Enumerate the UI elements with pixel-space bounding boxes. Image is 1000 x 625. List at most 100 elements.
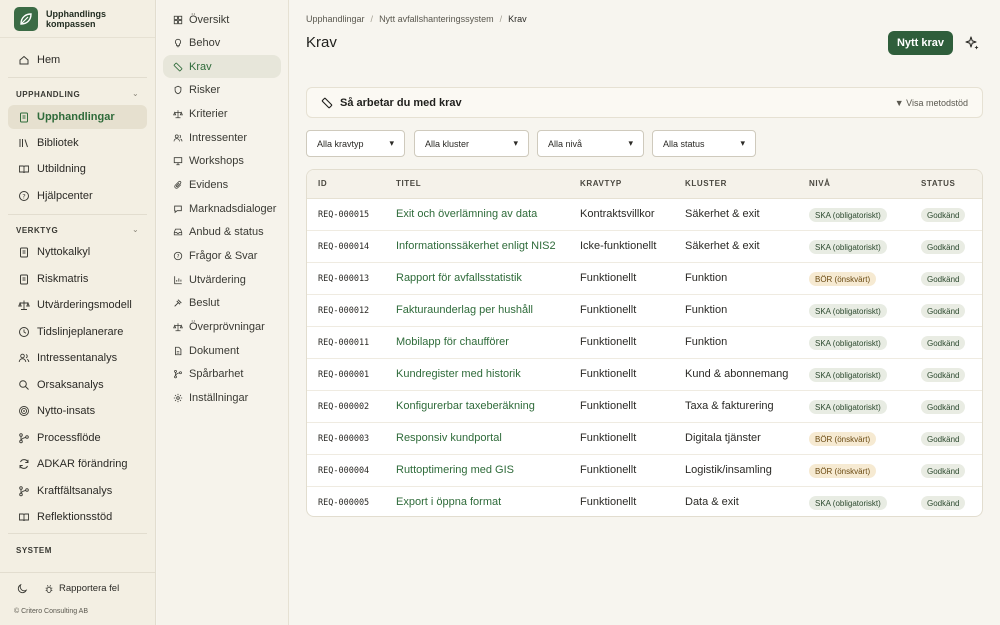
requirement-title-link[interactable]: Export i öppna format xyxy=(396,496,501,508)
table-row[interactable]: REQ-000011 Mobilapp för chaufförer Funktio… xyxy=(307,327,982,359)
report-bug-button[interactable]: Rapportera fel xyxy=(44,583,119,594)
method-guide-title: Så arbetar du med krav xyxy=(340,96,462,109)
column-header-type[interactable]: KRAVTYP xyxy=(580,179,622,188)
subnav-item[interactable]: Utvärdering xyxy=(163,268,281,291)
new-requirement-button[interactable]: Nytt krav xyxy=(888,31,953,55)
subnav-item[interactable]: Behov xyxy=(163,32,281,55)
column-header-cluster[interactable]: KLUSTER xyxy=(685,179,727,188)
requirement-id: REQ-000002 xyxy=(318,402,370,412)
table-row[interactable]: REQ-000004 Ruttoptimering med GIS Funktion… xyxy=(307,455,982,487)
filter-kravtyp-select[interactable]: Alla kravtyp ▾ xyxy=(306,130,405,157)
column-header-id[interactable]: ID xyxy=(318,179,327,188)
sidebar-item-label: Reflektionsstöd xyxy=(37,511,113,523)
target-icon xyxy=(18,405,30,417)
sidebar-item-tool[interactable]: Nyttokalkyl xyxy=(8,240,147,264)
method-guide-panel[interactable]: Så arbetar du med krav ▼ Visa metodstöd xyxy=(306,87,983,118)
moon-icon[interactable] xyxy=(17,583,28,597)
subnav-item[interactable]: Intressenter xyxy=(163,126,281,149)
subnav-item[interactable]: Beslut xyxy=(163,292,281,315)
table-row[interactable]: REQ-000005 Export i öppna format Funktione… xyxy=(307,487,982,516)
sidebar-item-tool[interactable]: Intressentanalys xyxy=(8,346,147,370)
sidebar-item-tool[interactable]: Tidslinjeplanerare xyxy=(8,320,147,344)
requirement-title-link[interactable]: Konfigurerbar taxeberäkning xyxy=(396,400,535,412)
column-header-title[interactable]: TITEL xyxy=(396,179,421,188)
breadcrumb-link-procurement[interactable]: Nytt avfallshanteringssystem xyxy=(379,14,494,24)
requirement-title-link[interactable]: Kundregister med historik xyxy=(396,368,521,380)
book-open-icon xyxy=(18,163,30,175)
sidebar-footer: Rapportera fel © Critero Consulting AB xyxy=(0,572,156,625)
requirement-title-link[interactable]: Responsiv kundportal xyxy=(396,432,502,444)
requirement-title-link[interactable]: Exit och överlämning av data xyxy=(396,208,537,220)
subnav-item[interactable]: Kriterier xyxy=(163,103,281,126)
subnav-item[interactable]: Dokument xyxy=(163,339,281,362)
status-badge: Godkänd xyxy=(921,304,966,318)
requirement-id: REQ-000003 xyxy=(318,434,370,444)
inbox-icon xyxy=(173,227,183,237)
breadcrumb-current: Krav xyxy=(508,14,527,24)
requirement-cluster: Funktion xyxy=(685,272,728,284)
subnav-item[interactable]: Krav xyxy=(163,55,281,79)
level-badge: SKA (obligatoriskt) xyxy=(809,400,887,414)
table-row[interactable]: REQ-000015 Exit och överlämning av data Ko… xyxy=(307,199,982,231)
sidebar-item-hjalpcenter[interactable]: ? Hjälpcenter xyxy=(8,184,147,208)
subnav-item-label: Kriterier xyxy=(189,108,228,121)
column-header-level[interactable]: NIVÅ xyxy=(809,179,831,188)
requirement-type: Funktionellt xyxy=(580,464,637,476)
requirement-id: REQ-000012 xyxy=(318,306,370,316)
requirement-title-link[interactable]: Fakturaunderlag per hushåll xyxy=(396,304,533,316)
sidebar-item-tool[interactable]: Utvärderingsmodell xyxy=(8,293,147,317)
sidebar-item-label: Orsaksanalys xyxy=(37,378,104,391)
subnav-item[interactable]: Workshops xyxy=(163,150,281,173)
sidebar-item-tool[interactable]: Kraftfältsanalys xyxy=(8,479,147,503)
subnav-item-label: Inställningar xyxy=(189,391,249,404)
subnav-item[interactable]: Överprövningar xyxy=(163,315,281,338)
subnav-item[interactable]: Inställningar xyxy=(163,386,281,409)
sidebar-item-tool[interactable]: Riskmatris xyxy=(8,267,147,291)
chevron-down-icon[interactable]: ⌄ xyxy=(132,225,139,234)
column-header-status[interactable]: STATUS xyxy=(921,179,955,188)
subnav-item-label: Frågor & Svar xyxy=(189,250,258,262)
requirement-title-link[interactable]: Rapport för avfallsstatistik xyxy=(396,272,522,284)
table-row[interactable]: REQ-000014 Informationssäkerhet enligt NI… xyxy=(307,231,982,263)
sidebar-item-tool[interactable]: Nytto-insats xyxy=(8,399,147,423)
sidebar-item-tool[interactable]: ADKAR förändring xyxy=(8,452,147,476)
requirement-type: Funktionellt xyxy=(580,272,637,284)
filter-status-select[interactable]: Alla status ▾ xyxy=(652,130,756,157)
requirement-title-link[interactable]: Ruttoptimering med GIS xyxy=(396,464,514,476)
filter-kluster-select[interactable]: Alla kluster ▾ xyxy=(414,130,529,157)
sidebar-item-tool[interactable]: Reflektionsstöd xyxy=(8,505,147,529)
sidebar-item-utbildning[interactable]: Utbildning xyxy=(8,157,147,181)
show-method-support-toggle[interactable]: ▼ Visa metodstöd xyxy=(895,98,968,108)
subnav-item[interactable]: Spårbarhet xyxy=(163,363,281,386)
table-row[interactable]: REQ-000013 Rapport för avfallsstatistik Fu… xyxy=(307,263,982,295)
requirement-title-link[interactable]: Informationssäkerhet enligt NIS2 xyxy=(396,240,556,252)
brand[interactable]: Upphandlings kompassen xyxy=(0,0,155,38)
help-circle-icon: ? xyxy=(18,190,30,202)
table-row[interactable]: REQ-000002 Konfigurerbar taxeberäkning Fun… xyxy=(307,391,982,423)
filter-niva-select[interactable]: Alla nivå ▾ xyxy=(537,130,644,157)
subnav-item[interactable]: Risker xyxy=(163,79,281,102)
sidebar-item-tool[interactable]: Orsaksanalys xyxy=(8,373,147,397)
sidebar-item-bibliotek[interactable]: Bibliotek xyxy=(8,131,147,155)
table-row[interactable]: REQ-000003 Responsiv kundportal Funktionel… xyxy=(307,423,982,455)
requirement-type: Kontraktsvillkor xyxy=(580,208,655,220)
requirement-type: Funktionellt xyxy=(580,400,637,412)
subnav-item[interactable]: Evidens xyxy=(163,174,281,197)
requirement-title-link[interactable]: Mobilapp för chaufförer xyxy=(396,336,509,348)
sidebar-item-tool[interactable]: Processflöde xyxy=(8,426,147,450)
sidebar-item-home[interactable]: Hem xyxy=(8,48,147,72)
subnav-item[interactable]: ? Frågor & Svar xyxy=(163,245,281,268)
subnav-item-label: Evidens xyxy=(189,179,229,192)
chevron-down-icon[interactable]: ⌄ xyxy=(132,89,139,98)
subnav-item[interactable]: Marknadsdialoger xyxy=(163,197,281,220)
subnav-item[interactable]: Översikt xyxy=(163,8,281,31)
sparkle-icon[interactable] xyxy=(964,35,980,51)
table-row[interactable]: REQ-000001 Kundregister med historik Funkt… xyxy=(307,359,982,391)
sidebar-item-upphandlingar[interactable]: Upphandlingar xyxy=(8,105,147,129)
leaf-logo-icon xyxy=(14,6,38,31)
sidebar-item-label: Utbildning xyxy=(37,163,86,175)
table-row[interactable]: REQ-000012 Fakturaunderlag per hushåll Fun… xyxy=(307,295,982,327)
breadcrumb-link-upphandlingar[interactable]: Upphandlingar xyxy=(306,14,365,24)
subnav-item[interactable]: Anbud & status xyxy=(163,221,281,244)
status-badge: Godkänd xyxy=(921,208,966,222)
